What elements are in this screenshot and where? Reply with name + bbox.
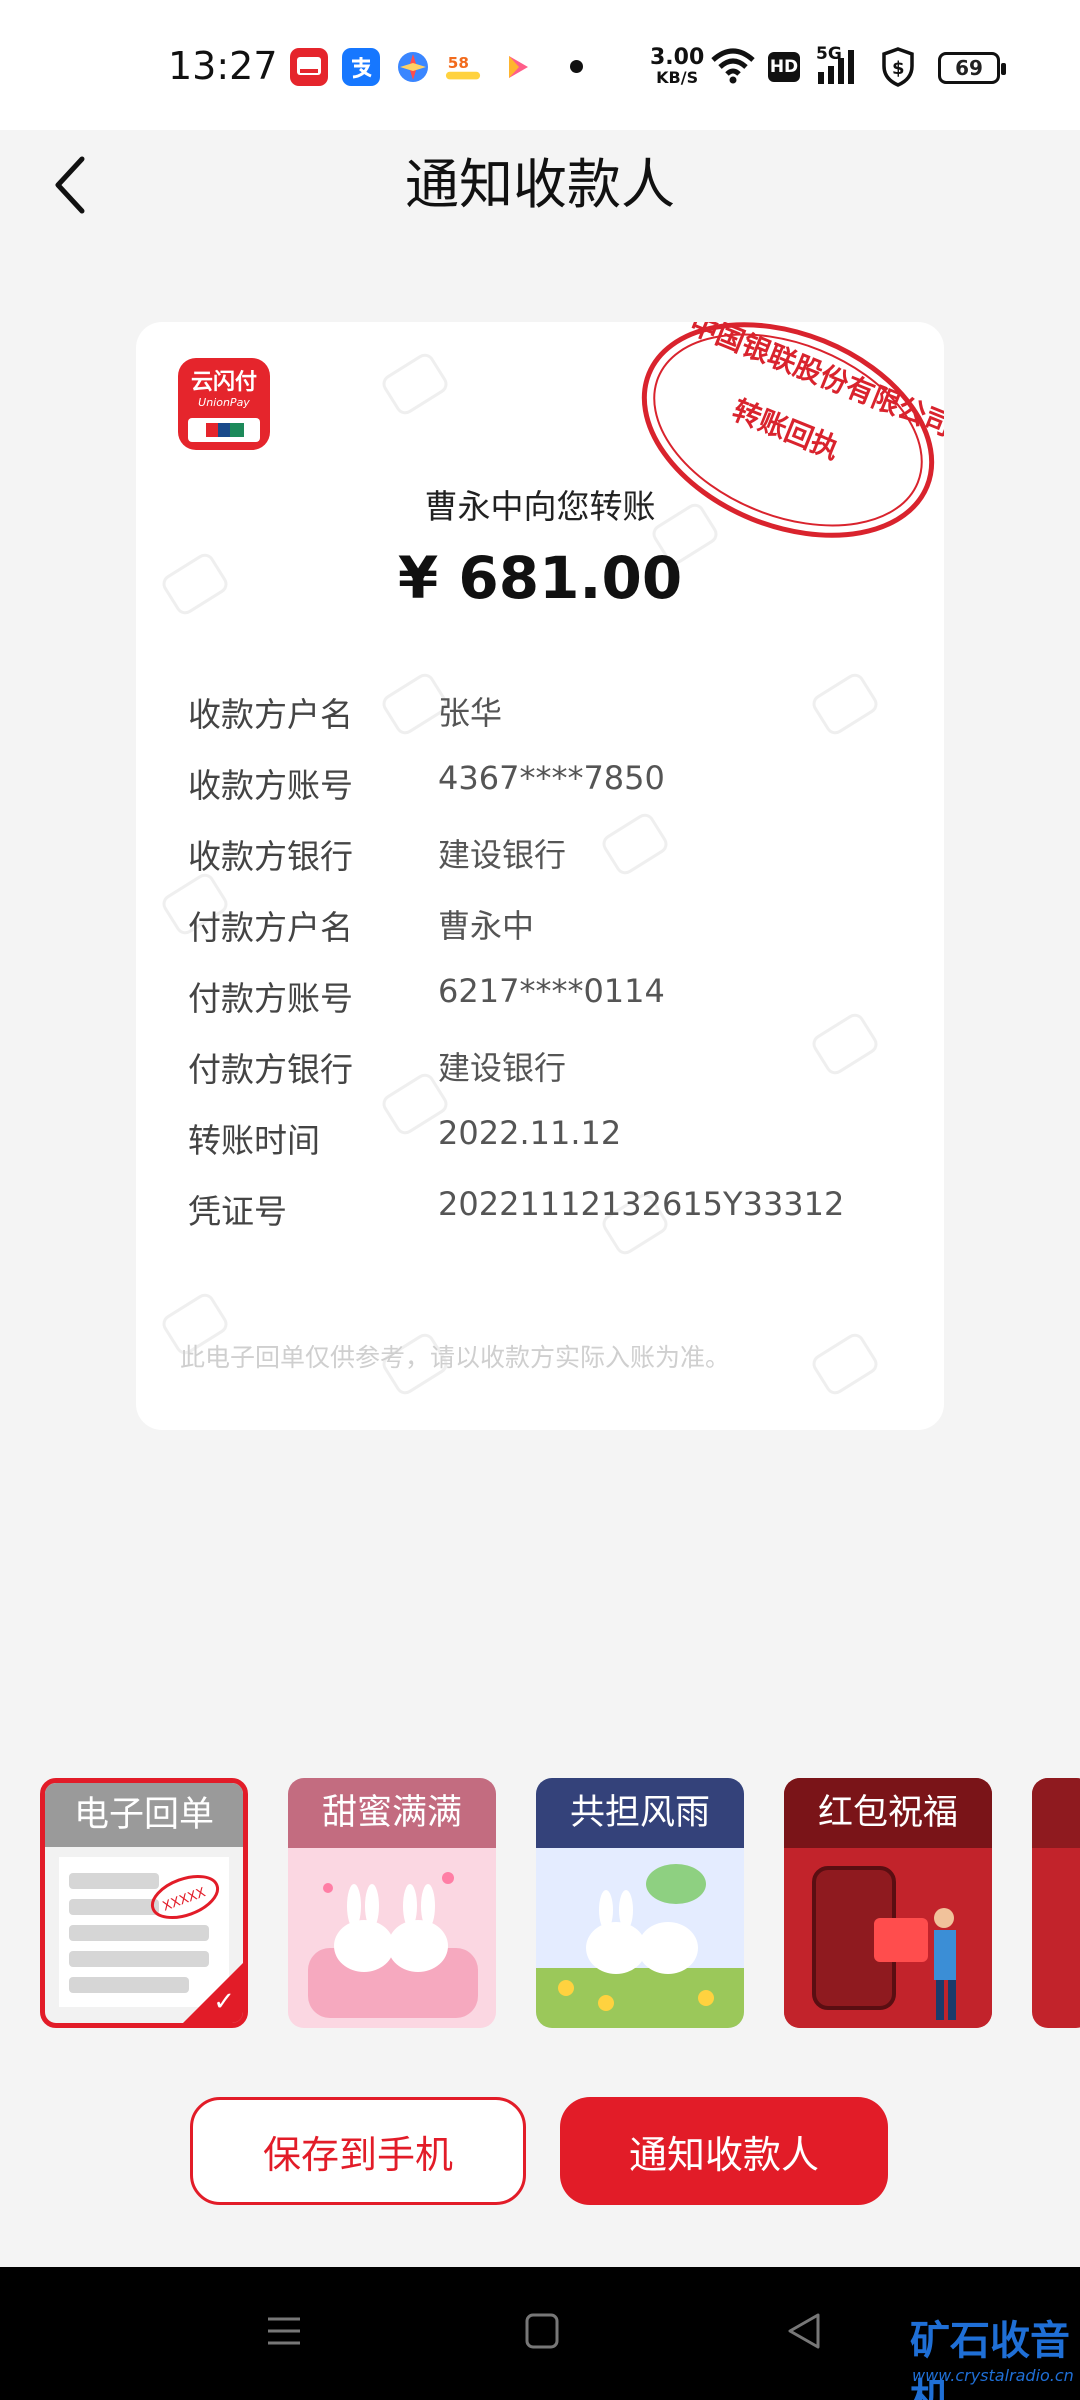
receipt-row: 收款方户名 张华 <box>188 688 908 738</box>
receipt-row: 收款方账号 4367****7850 <box>188 759 908 809</box>
receipt-row: 付款方户名 曹永中 <box>188 901 908 951</box>
row-label: 凭证号 <box>188 1192 287 1231</box>
svg-text:58: 58 <box>448 54 469 72</box>
site-watermark-url: www.crystalradio.cn <box>912 2366 1074 2385</box>
menu-icon[interactable] <box>262 2309 306 2353</box>
page-title: 通知收款人 <box>405 153 675 216</box>
wifi-icon <box>710 46 756 90</box>
row-label: 收款方户名 <box>188 695 353 734</box>
unionpay-logo: 云闪付 UnionPay <box>178 358 270 450</box>
template-next-partial[interactable] <box>1032 1778 1080 2028</box>
site-watermark-name: 矿石收音机 <box>910 2318 1070 2400</box>
transfer-amount: ¥ 681.00 <box>397 544 683 612</box>
template-receipt[interactable]: 电子回单 XXXXX ✓ <box>40 1778 248 2028</box>
notification-dot <box>570 60 583 73</box>
back-button[interactable] <box>40 150 100 220</box>
compass-app-icon <box>394 48 432 86</box>
row-label: 收款方账号 <box>188 766 353 805</box>
receipt-row: 收款方银行 建设银行 <box>188 830 908 880</box>
receipt-card: 云闪付 UnionPay 中国银联股份有限公司 转账回执 曹永中向您转账 ¥ 6… <box>136 322 944 1430</box>
battery-level: 69 <box>955 56 983 80</box>
alipay-app-icon <box>342 48 380 86</box>
disclaimer-text: 此电子回单仅供参考，请以收款方实际入账为准。 <box>180 1343 731 1372</box>
template-redpacket[interactable]: 红包祝福 <box>784 1778 992 2028</box>
bunnies-sofa-illustration-icon <box>288 1848 496 2028</box>
row-label: 付款方银行 <box>188 1050 353 1089</box>
template-label: 电子回单 <box>45 1783 243 1847</box>
template-label: 甜蜜满满 <box>288 1778 496 1848</box>
notify-payee-button[interactable]: 通知收款人 <box>560 2097 888 2205</box>
template-label: 共担风雨 <box>536 1778 744 1848</box>
receipt-row: 付款方银行 建设银行 <box>188 1043 908 1093</box>
row-value: 建设银行 <box>438 836 567 874</box>
unionpay-app-icon <box>290 48 328 86</box>
status-time: 13:27 <box>168 44 278 88</box>
phone-redpacket-illustration-icon <box>784 1848 992 2028</box>
transfer-title: 曹永中向您转账 <box>424 487 656 526</box>
row-value: 曹永中 <box>438 907 535 945</box>
watermark-logo-icon <box>808 1329 882 1399</box>
logo-text-en: UnionPay <box>198 396 250 409</box>
bunnies-umbrella-illustration-icon <box>536 1848 744 2028</box>
status-bar: 13:27 58 3.00 KB/S HD 5G $ 69 <box>0 0 1080 130</box>
video-app-icon <box>498 48 536 86</box>
row-value: 4367****7850 <box>438 759 665 797</box>
logo-text-cn: 云闪付 <box>190 370 257 395</box>
58-app-icon: 58 <box>444 48 482 86</box>
back-triangle-icon[interactable] <box>782 2309 826 2353</box>
logo-card-icon <box>188 418 260 442</box>
row-value: 张华 <box>438 694 503 732</box>
battery-indicator: 69 <box>938 52 1006 84</box>
row-label: 付款方户名 <box>188 908 353 947</box>
hd-icon: HD <box>768 52 800 82</box>
row-value: 2022.11.12 <box>438 1114 622 1152</box>
watermark-logo-icon <box>378 349 452 419</box>
template-label-partial <box>1032 1778 1080 1848</box>
home-icon[interactable] <box>522 2309 562 2353</box>
row-label: 收款方银行 <box>188 837 353 876</box>
shield-icon: $ <box>880 46 916 92</box>
template-label: 红包祝福 <box>784 1778 992 1848</box>
row-value: 20221112132615Y33312 <box>438 1185 845 1223</box>
receipt-row: 付款方账号 6217****0114 <box>188 972 908 1022</box>
row-label: 转账时间 <box>188 1121 320 1160</box>
save-to-phone-button[interactable]: 保存到手机 <box>190 2097 526 2205</box>
chevron-left-icon <box>55 156 85 214</box>
checkmark-icon: ✓ <box>213 1987 235 2017</box>
row-value: 6217****0114 <box>438 972 665 1010</box>
row-value: 建设银行 <box>438 1049 567 1087</box>
svg-text:$: $ <box>892 58 905 79</box>
template-sweet[interactable]: 甜蜜满满 <box>288 1778 496 2028</box>
seal-receipt-text: 转账回执 <box>728 393 844 466</box>
receipt-row: 转账时间 2022.11.12 <box>188 1114 908 1164</box>
row-label: 付款方账号 <box>188 979 353 1018</box>
template-together[interactable]: 共担风雨 <box>536 1778 744 2028</box>
network-speed: 3.00 KB/S <box>650 45 705 88</box>
receipt-row: 凭证号 20221112132615Y33312 <box>188 1185 908 1235</box>
